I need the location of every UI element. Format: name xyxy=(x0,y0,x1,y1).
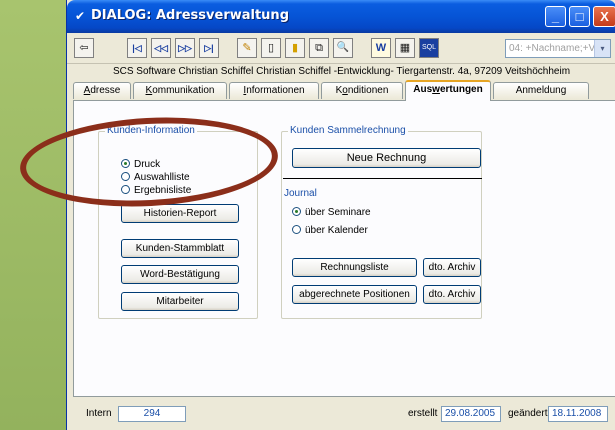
first-record-icon[interactable]: |◁ xyxy=(127,38,147,58)
desktop-background xyxy=(0,0,70,430)
table-icon[interactable]: ▦ xyxy=(395,38,415,58)
window-title: DIALOG: Adressverwaltung xyxy=(91,8,289,23)
toolbar: ⇦ |◁ ◁◁ ▷▷ ▷| ✎ ▯ ▮ ⧉ 🔍 W ▦ SQL 04: +Nac… xyxy=(67,33,615,64)
dto-archiv-button-1[interactable]: dto. Archiv xyxy=(423,258,481,277)
edit-icon[interactable]: ✎ xyxy=(237,38,257,58)
tab-informationen[interactable]: Informationen xyxy=(229,82,319,99)
divider xyxy=(283,178,482,179)
geaendert-label: geändert xyxy=(508,408,548,419)
radio-auswahlliste[interactable]: Auswahlliste xyxy=(121,172,190,184)
radio-button-icon xyxy=(292,225,301,234)
radio-button-icon xyxy=(121,185,130,194)
new-document-icon[interactable]: ▯ xyxy=(261,38,281,58)
sammelrechnung-group: Kunden Sammelrechnung Neue Rechnung Jour… xyxy=(281,125,482,319)
radio-button-icon xyxy=(121,172,130,181)
radio-ueber-kalender[interactable]: über Kalender xyxy=(292,225,368,237)
tab-adresse[interactable]: Adresse xyxy=(73,82,131,99)
minimize-button[interactable]: _ xyxy=(545,6,566,27)
neue-rechnung-button[interactable]: Neue Rechnung xyxy=(292,148,481,168)
chevron-down-icon[interactable]: ▾ xyxy=(594,40,610,57)
kunden-information-group: Kunden-Information Druck Auswahlliste Er… xyxy=(98,125,258,319)
sort-order-combo[interactable]: 04: +Nachname;+Vorname ▾ xyxy=(505,39,611,58)
sql-icon[interactable]: SQL xyxy=(419,38,439,58)
radio-druck[interactable]: Druck xyxy=(121,159,160,171)
radio-ueber-seminare[interactable]: über Seminare xyxy=(292,207,371,219)
maximize-icon: □ xyxy=(575,9,584,24)
radio-ergebnisliste[interactable]: Ergebnisliste xyxy=(121,185,191,197)
geaendert-field: 18.11.2008 xyxy=(548,406,608,422)
sammelrechnung-title: Kunden Sammelrechnung xyxy=(288,125,408,137)
status-bar: Intern 294 erstellt 29.08.2005 geändert … xyxy=(67,402,615,424)
minimize-icon: _ xyxy=(551,9,560,24)
tab-auswertungen[interactable]: Auswertungen xyxy=(405,80,491,101)
next-record-icon[interactable]: ▷▷ xyxy=(175,38,195,58)
erstellt-field: 29.08.2005 xyxy=(441,406,501,422)
kunden-stammblatt-button[interactable]: Kunden-Stammblatt xyxy=(121,239,239,258)
last-record-icon[interactable]: ▷| xyxy=(199,38,219,58)
close-icon: X xyxy=(600,9,609,24)
intern-label: Intern xyxy=(86,408,112,419)
radio-button-icon xyxy=(121,159,130,168)
title-bar[interactable]: ✔ DIALOG: Adressverwaltung _ □ X xyxy=(67,0,615,33)
auswertungen-panel: Kunden-Information Druck Auswahlliste Er… xyxy=(73,100,615,397)
kunden-information-title: Kunden-Information xyxy=(105,125,197,137)
erstellt-label: erstellt xyxy=(408,408,438,419)
journal-title: Journal xyxy=(284,188,317,199)
delete-icon[interactable]: ▮ xyxy=(285,38,305,58)
copy-icon[interactable]: ⧉ xyxy=(309,38,329,58)
exit-icon[interactable]: ⇦ xyxy=(74,38,94,58)
tab-kommunikation[interactable]: Kommunikation xyxy=(133,82,227,99)
search-icon[interactable]: 🔍 xyxy=(333,38,353,58)
rechnungsliste-button[interactable]: Rechnungsliste xyxy=(292,258,417,277)
tab-konditionen[interactable]: Konditionen xyxy=(321,82,403,99)
abgerechnete-positionen-button[interactable]: abgerechnete Positionen xyxy=(292,285,417,304)
company-info: SCS Software Christian Schiffel Christia… xyxy=(112,66,571,77)
word-icon[interactable]: W xyxy=(371,38,391,58)
intern-field: 294 xyxy=(118,406,186,422)
tab-strip: Adresse Kommunikation Informationen Kond… xyxy=(67,80,615,101)
close-button[interactable]: X xyxy=(593,6,615,27)
dialog-window: ✔ DIALOG: Adressverwaltung _ □ X ⇦ |◁ ◁◁… xyxy=(66,0,615,430)
word-bestaetigung-button[interactable]: Word-Bestätigung xyxy=(121,265,239,284)
app-icon: ✔ xyxy=(74,9,86,23)
dto-archiv-button-2[interactable]: dto. Archiv xyxy=(423,285,481,304)
tab-anmeldung[interactable]: Anmeldung xyxy=(493,82,589,99)
maximize-button[interactable]: □ xyxy=(569,6,590,27)
mitarbeiter-button[interactable]: Mitarbeiter xyxy=(121,292,239,311)
radio-button-icon xyxy=(292,207,301,216)
historien-report-button[interactable]: Historien-Report xyxy=(121,204,239,223)
previous-record-icon[interactable]: ◁◁ xyxy=(151,38,171,58)
